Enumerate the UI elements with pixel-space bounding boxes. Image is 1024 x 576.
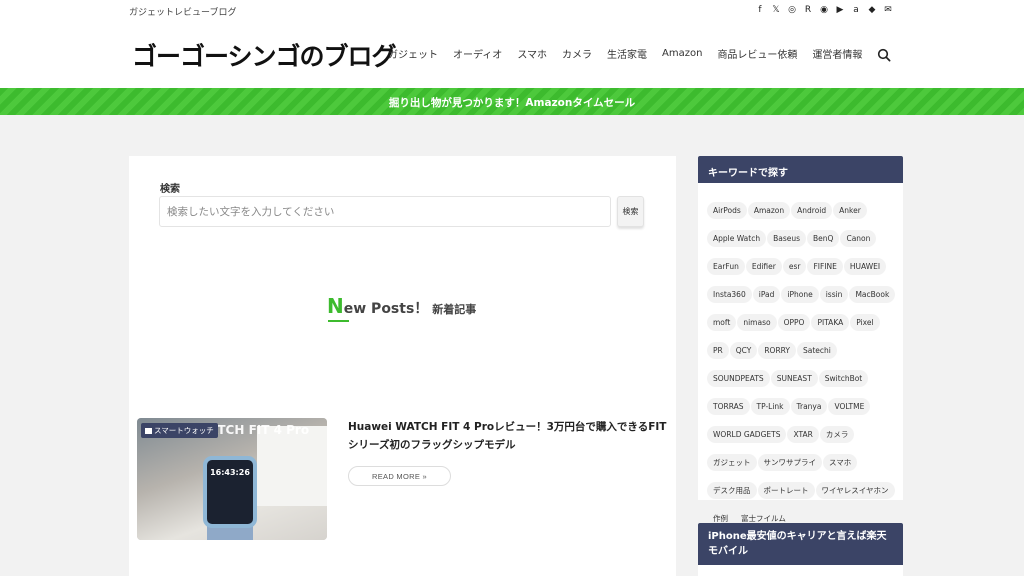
tag-link[interactable]: ワイヤレスイヤホン: [815, 482, 895, 499]
tag-link[interactable]: QCY: [729, 342, 758, 359]
category-badge[interactable]: スマートウォッチ: [141, 423, 218, 438]
tag-link[interactable]: TORRAS: [707, 398, 750, 415]
keyword-widget: キーワードで探す AirPods Amazon Android Anker Apple …: [698, 156, 903, 527]
timesale-banner[interactable]: 掘り出し物が見つかります！Amazonタイムセール: [0, 88, 1024, 115]
tag-link[interactable]: HUAWEI: [843, 258, 887, 275]
site-header: ガジェットレビューブログ f 𝕏 ◎ R ◉ ▶ a ◆ ✉ ゴーゴーシンゴのブ…: [0, 0, 1024, 88]
amazon-icon[interactable]: a: [848, 4, 864, 16]
site-tagline: ガジェットレビューブログ: [129, 8, 237, 18]
nav-review-request[interactable]: 商品レビュー依頼: [717, 46, 797, 61]
tag-link[interactable]: スマホ: [823, 454, 858, 471]
nav-appliances[interactable]: 生活家電: [607, 46, 647, 61]
tag-link[interactable]: サンワサプライ: [757, 454, 822, 471]
tag-link[interactable]: moft: [707, 314, 737, 331]
tag-link[interactable]: TP-Link: [750, 398, 790, 415]
feedly-icon[interactable]: ◆: [864, 4, 880, 16]
tag-link[interactable]: Tranya: [790, 398, 828, 415]
tag-link[interactable]: Insta360: [707, 286, 752, 303]
tag-link[interactable]: SOUNDPEATS: [707, 370, 770, 387]
tag-link[interactable]: デスク用品: [707, 482, 757, 499]
new-posts-text: ew Posts！: [343, 301, 429, 317]
post-title[interactable]: Huawei WATCH FIT 4 Proレビュー！3万円台で購入できるFIT…: [348, 418, 673, 454]
post-card[interactable]: 16:43:26 ATCH FIT 4 Pro スマートウォッチ Huawei …: [129, 418, 676, 540]
widget-title-rakuten: iPhone最安値のキャリアと言えば楽天モバイル: [698, 523, 903, 565]
tag-link[interactable]: ポートレート: [757, 482, 815, 499]
search-icon[interactable]: [877, 47, 891, 61]
main-content: 検索 検索 New Posts！新着記事 16:43:26 ATCH FIT 4…: [129, 156, 676, 576]
tag-link[interactable]: MacBook: [849, 286, 896, 303]
tag-link[interactable]: Baseus: [767, 230, 807, 247]
tag-link[interactable]: XTAR: [787, 426, 819, 443]
heading-underline: [328, 320, 349, 322]
new-posts-heading: New Posts！ 新着記事: [327, 294, 476, 318]
mail-icon[interactable]: ✉: [880, 4, 896, 16]
tag-link[interactable]: iPhone: [781, 286, 819, 303]
youtube-icon[interactable]: ▶: [832, 4, 848, 16]
tag-link[interactable]: WORLD GADGETS: [707, 426, 787, 443]
tag-link[interactable]: EarFun: [707, 258, 745, 275]
thumb-overlay-text: ATCH FIT 4 Pro: [209, 423, 310, 437]
tag-link[interactable]: Edifier: [745, 258, 782, 275]
tag-link[interactable]: BenQ: [807, 230, 840, 247]
tag-link[interactable]: iPad: [752, 286, 781, 303]
social-links: f 𝕏 ◎ R ◉ ▶ a ◆ ✉: [752, 4, 896, 16]
new-posts-initial: N: [327, 294, 344, 318]
tag-link[interactable]: Satechi: [796, 342, 837, 359]
instagram-icon[interactable]: ◎: [784, 4, 800, 16]
nav-about[interactable]: 運営者情報: [812, 46, 862, 61]
new-posts-jp: 新着記事: [432, 303, 477, 316]
pinterest-icon[interactable]: ◉: [816, 4, 832, 16]
tag-link[interactable]: nimaso: [737, 314, 777, 331]
widget-title: キーワードで探す: [698, 156, 903, 183]
tag-link[interactable]: PR: [707, 342, 729, 359]
tag-link[interactable]: Amazon: [747, 202, 791, 219]
read-more-button[interactable]: READ MORE »: [348, 466, 451, 486]
nav-amazon[interactable]: Amazon: [662, 48, 702, 59]
tag-link[interactable]: SwitchBot: [818, 370, 869, 387]
rakuten-widget: iPhone最安値のキャリアと言えば楽天モバイル: [698, 523, 903, 576]
tag-cloud: AirPods Amazon Android Anker Apple Watch Base…: [707, 198, 899, 534]
tag-link[interactable]: RORRY: [758, 342, 796, 359]
nav-camera[interactable]: カメラ: [562, 46, 592, 61]
search-label: 検索: [160, 184, 180, 195]
x-icon[interactable]: 𝕏: [768, 4, 784, 16]
tag-link[interactable]: Apple Watch: [707, 230, 767, 247]
site-logo[interactable]: ゴーゴーシンゴのブログ: [132, 37, 397, 73]
tag-link[interactable]: OPPO: [777, 314, 811, 331]
tag-link[interactable]: VOLTME: [828, 398, 871, 415]
nav-smartphone[interactable]: スマホ: [517, 46, 547, 61]
tag-link[interactable]: Android: [791, 202, 833, 219]
tag-link[interactable]: issin: [819, 286, 849, 303]
post-thumbnail[interactable]: 16:43:26 ATCH FIT 4 Pro スマートウォッチ: [137, 418, 327, 540]
banner-text: 掘り出し物が見つかります！Amazonタイムセール: [388, 97, 636, 109]
search-input[interactable]: [159, 196, 611, 227]
tag-link[interactable]: Pixel: [850, 314, 880, 331]
search-button[interactable]: 検索: [617, 196, 644, 227]
tag-link[interactable]: カメラ: [819, 426, 855, 443]
room-icon[interactable]: R: [800, 4, 816, 16]
thumb-box: [257, 426, 327, 506]
tag-link[interactable]: PITAKA: [811, 314, 850, 331]
facebook-icon[interactable]: f: [752, 4, 768, 16]
watch-time: 16:43:26: [210, 468, 250, 477]
nav-audio[interactable]: オーディオ: [453, 46, 502, 61]
tag-link[interactable]: esr: [782, 258, 807, 275]
tag-link[interactable]: Canon: [840, 230, 877, 247]
tag-link[interactable]: Anker: [833, 202, 867, 219]
nav-gadget[interactable]: ガジェット: [388, 46, 438, 61]
tag-link[interactable]: FIFINE: [807, 258, 843, 275]
tag-link[interactable]: ガジェット: [707, 454, 757, 471]
category-label: スマートウォッチ: [154, 426, 214, 435]
tag-link[interactable]: SUNEAST: [770, 370, 818, 387]
global-nav: ガジェット オーディオ スマホ カメラ 生活家電 Amazon 商品レビュー依頼…: [388, 46, 891, 61]
tag-link[interactable]: AirPods: [707, 202, 747, 219]
folder-icon: [145, 428, 152, 434]
watch-body: [203, 456, 257, 528]
